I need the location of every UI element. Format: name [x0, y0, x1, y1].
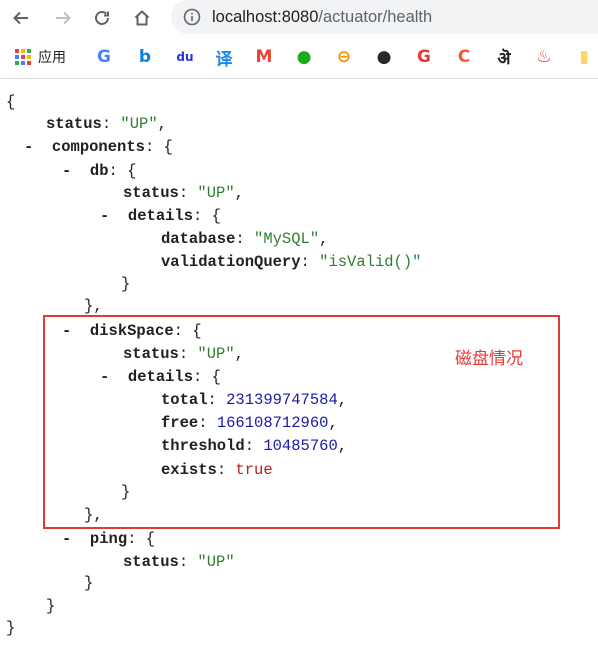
- script-bookmark[interactable]: ऄ: [494, 46, 514, 69]
- info-icon[interactable]: [183, 8, 201, 26]
- github-icon: ●: [376, 47, 392, 67]
- components-close: }: [46, 597, 56, 615]
- home-icon: [134, 10, 150, 26]
- db-collapse-toggle[interactable]: -: [62, 162, 71, 180]
- fire-icon: ♨: [536, 47, 552, 67]
- url-host: localhost:8080: [212, 8, 319, 26]
- components-line: - components: {: [24, 138, 173, 156]
- ping-status-line: status: "UP": [123, 553, 235, 571]
- database-value: "MySQL": [254, 230, 320, 248]
- validation-key: validationQuery: [161, 253, 301, 271]
- bing-bookmark[interactable]: b: [135, 46, 155, 68]
- reload-button[interactable]: [89, 5, 115, 31]
- database-line: database: "MySQL",: [161, 230, 329, 248]
- status-key: status: [46, 115, 102, 133]
- csdn-icon: C: [457, 47, 471, 67]
- ping-collapse-toggle[interactable]: -: [62, 530, 71, 548]
- translate-bookmark[interactable]: 译: [214, 46, 234, 70]
- status-value: "UP": [120, 115, 158, 133]
- db-details-line: - details: {: [100, 207, 221, 225]
- back-icon: [13, 11, 28, 25]
- database-key: database: [161, 230, 236, 248]
- db-details-key: details: [127, 207, 194, 225]
- apps-grid-icon: [15, 49, 31, 65]
- apps-shortcut[interactable]: 应用: [14, 46, 66, 68]
- url-path: /actuator/health: [318, 8, 433, 26]
- gmail-bookmark[interactable]: M: [254, 46, 274, 68]
- reload-icon: [95, 11, 109, 25]
- ping-status-value: "UP": [197, 553, 235, 571]
- db-close: },: [84, 297, 103, 315]
- g-red-icon: G: [417, 47, 431, 67]
- db-details-collapse-toggle[interactable]: -: [100, 207, 109, 225]
- ping-status-key: status: [123, 553, 179, 571]
- apps-label: 应用: [38, 49, 66, 65]
- ping-close: }: [84, 574, 94, 592]
- root-close-brace: }: [6, 619, 16, 637]
- address-bar[interactable]: localhost:8080/actuator/health: [171, 0, 598, 34]
- folder-icon: ▮: [579, 47, 589, 67]
- wechat-bookmark[interactable]: ●: [294, 46, 314, 68]
- google-bookmark[interactable]: G: [94, 46, 114, 68]
- db-status-key: status: [123, 184, 179, 202]
- google-icon: G: [97, 47, 111, 67]
- back-button[interactable]: [8, 5, 34, 31]
- db-status-line: status: "UP",: [123, 184, 244, 202]
- db-status-value: "UP": [197, 184, 235, 202]
- toolbar-divider: [0, 78, 598, 79]
- browser-toolbar: localhost:8080/actuator/health: [0, 0, 598, 36]
- folder-bookmark[interactable]: ▮: [574, 46, 594, 68]
- db-key: db: [89, 162, 109, 180]
- csdn-bookmark[interactable]: C: [454, 46, 474, 68]
- diskspace-annotation: 磁盘情况: [455, 349, 523, 369]
- gmail-icon: M: [255, 47, 273, 67]
- ping-key: ping: [89, 530, 128, 548]
- link-icon: ⊖: [336, 47, 352, 67]
- fire-bookmark[interactable]: ♨: [534, 46, 554, 68]
- wechat-icon: ●: [296, 47, 312, 67]
- home-button[interactable]: [129, 5, 155, 31]
- script-icon: ऄ: [497, 48, 511, 69]
- validation-line: validationQuery: "isValid()": [161, 253, 422, 271]
- forward-button[interactable]: [50, 5, 76, 31]
- validation-value: "isValid()": [319, 253, 422, 271]
- components-collapse-toggle[interactable]: -: [24, 138, 33, 156]
- status-line: status: "UP",: [46, 115, 167, 133]
- bing-icon: b: [138, 47, 152, 67]
- components-key: components: [51, 138, 145, 156]
- db-line: - db: {: [62, 162, 137, 180]
- g-red-bookmark[interactable]: G: [414, 46, 434, 68]
- forward-icon: [56, 11, 71, 25]
- baidu-bookmark[interactable]: du: [175, 46, 195, 68]
- bookmarks-bar: 应用 Gb du 译 M ● ⊖ ● G C ऄ ♨ ▮: [0, 40, 598, 76]
- db-details-close: }: [121, 275, 131, 293]
- url-text[interactable]: localhost:8080/actuator/health: [212, 8, 432, 27]
- ping-line: - ping: {: [62, 530, 156, 548]
- github-bookmark[interactable]: ●: [374, 46, 394, 68]
- link-bookmark[interactable]: ⊖: [334, 46, 354, 68]
- baidu-icon: du: [176, 50, 194, 64]
- translate-icon: 译: [215, 49, 233, 70]
- root-open-brace: {: [6, 93, 16, 111]
